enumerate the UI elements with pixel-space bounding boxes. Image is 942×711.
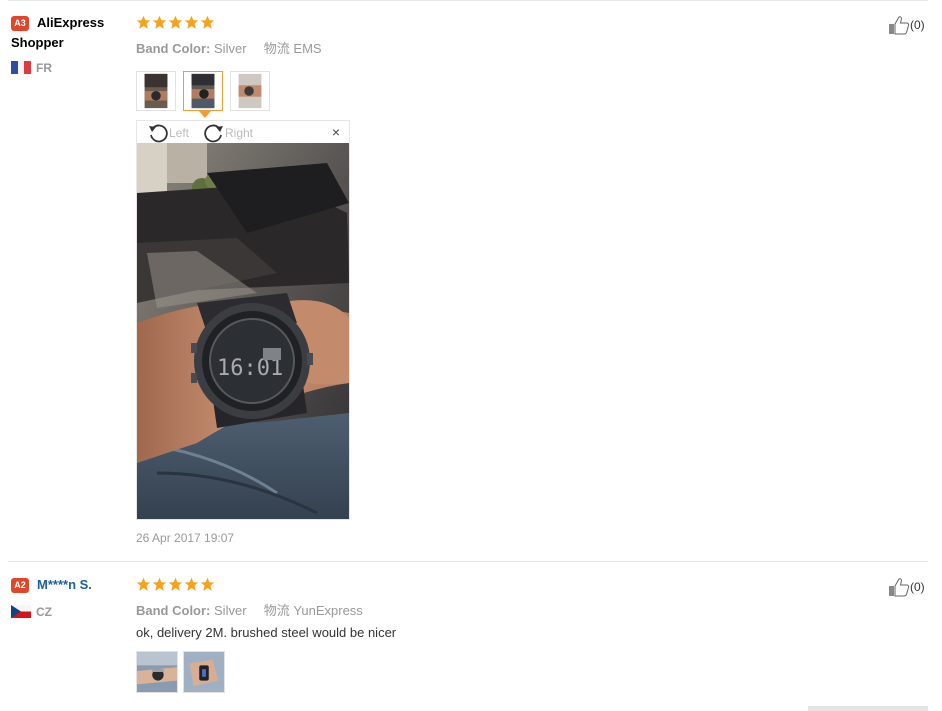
review-photo-thumb[interactable] [230,71,270,111]
reviewer-name[interactable]: M****n S. [37,575,92,595]
shipping-label: 物流 [263,603,290,618]
rotate-left-label: Left [169,126,190,140]
user-level-badge: A3 [11,16,29,31]
band-color-label: Band Color: [136,603,211,618]
review-date: 26 Apr 2017 19:07 [136,531,235,545]
star-icon [184,15,199,29]
rotate-left-button[interactable]: Left [147,123,189,143]
rotate-right-label: Right [225,126,254,140]
reviewer-name-line2: Shopper [11,35,64,50]
star-icon [152,577,167,591]
czech-flag-icon [11,605,31,618]
review-photo [231,72,269,110]
star-icon [168,577,183,591]
user-level-badge: A2 [11,578,29,593]
product-info-line: Band Color: Silver 物流 EMS [136,38,322,57]
reviewer-country: CZ [36,605,52,619]
review-photo [184,72,222,110]
helpful-button[interactable]: (0) [888,15,925,35]
shipping-value: YunExpress [293,603,363,618]
star-icon [200,15,215,29]
helpful-count: (0) [910,18,925,32]
review-photo-thumb[interactable] [136,71,176,111]
france-flag-icon [11,61,31,74]
reviewer-name-line1: AliExpress [37,15,105,30]
horizontal-scrollbar[interactable] [808,706,928,711]
review-photo-large: 16:01 [137,143,349,519]
star-icon [136,577,151,591]
rotate-right-button[interactable]: Right [203,123,253,143]
review-photo [184,652,224,692]
review-photo-thumb-selected[interactable] [183,71,223,111]
review-item: A2 M****n S. CZ Band Color: Silver 物流 Yu… [0,562,942,711]
reviewer-country: FR [36,61,52,75]
review-photo [137,72,175,110]
star-icon [136,15,151,29]
helpful-button[interactable]: (0) [888,577,925,597]
star-icon [200,577,215,591]
rotate-left-icon [149,124,168,143]
band-color-value: Silver [214,603,247,618]
shipping-label: 物流 [263,41,290,56]
thumbs-up-icon [889,578,910,597]
photo-viewer: Left Right × 16:01 [136,120,350,520]
star-icon [152,15,167,29]
watch-photo: 16:01 [137,143,349,519]
band-color-label: Band Color: [136,41,211,56]
selected-thumb-pointer [199,111,211,118]
review-item: A3 AliExpress Shopper FR Band Color: Sil… [0,0,942,560]
photo-viewer-toolbar: Left Right × [137,121,349,143]
star-icon [184,577,199,591]
helpful-count: (0) [910,580,925,594]
rotate-right-icon [204,124,223,143]
thumbs-up-icon [889,16,910,35]
star-icon [168,15,183,29]
band-color-value: Silver [214,41,247,56]
star-rating [136,577,215,592]
star-rating [136,15,215,30]
product-info-line: Band Color: Silver 物流 YunExpress [136,600,363,619]
review-photo-thumb[interactable] [136,651,178,693]
review-photo [137,652,177,692]
shipping-value: EMS [293,41,322,56]
review-photo-thumb[interactable] [183,651,225,693]
review-comment: ok, delivery 2M. brushed steel would be … [136,625,397,640]
close-icon[interactable]: × [332,124,340,140]
